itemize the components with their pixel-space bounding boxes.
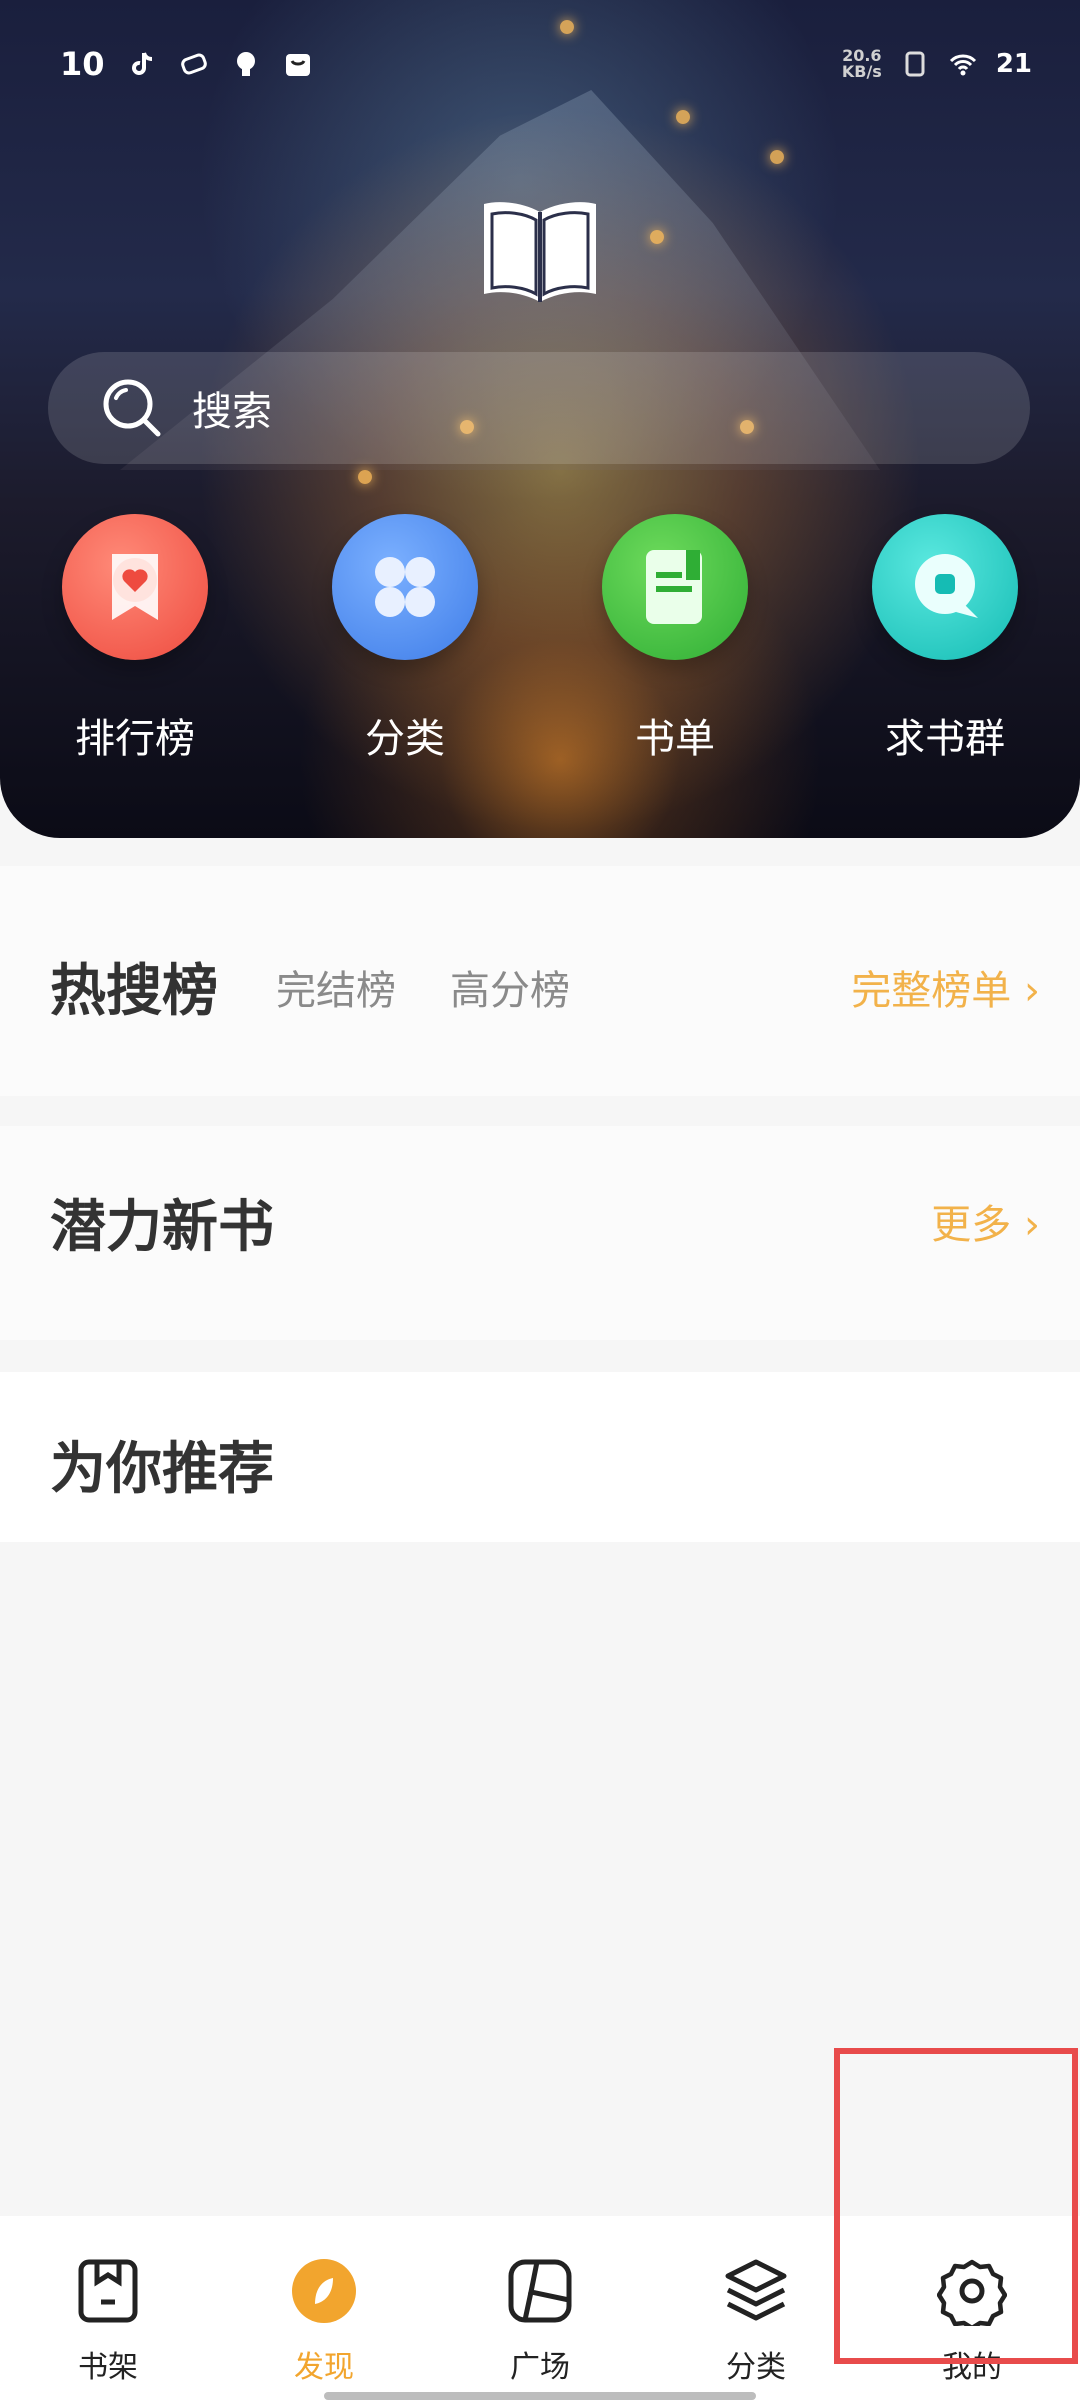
booklist-icon	[602, 514, 748, 660]
recommend-title: 为你推荐	[50, 1437, 274, 1502]
full-ranking-link[interactable]: 完整榜单 ›	[851, 958, 1040, 1016]
net-speed: 20.6 KB/s	[841, 46, 882, 81]
bulb-icon	[236, 52, 255, 76]
status-bar: 10 20.6 KB/s 21	[60, 40, 1032, 88]
quick-links: 排行榜 分类 书单 求书群	[0, 514, 1080, 774]
nav-bookshelf[interactable]: 书架	[48, 2256, 168, 2386]
sim-icon	[905, 51, 925, 77]
home-indicator[interactable]	[324, 2392, 756, 2400]
quick-link-label: 排行榜	[75, 716, 195, 762]
tab-high-score[interactable]: 高分榜	[450, 958, 570, 1016]
quick-link-ranking[interactable]: 排行榜	[35, 514, 235, 764]
discover-compass-icon	[292, 2259, 356, 2323]
nav-discover[interactable]: 发现	[264, 2256, 384, 2386]
quick-link-booklist[interactable]: 书单	[575, 514, 775, 764]
open-book-logo-icon	[484, 202, 596, 302]
hot-search-section: 热搜榜 完结榜 高分榜 完整榜单 ›	[0, 866, 1080, 1096]
bag-icon	[285, 54, 310, 76]
nav-square[interactable]: 广场	[480, 2256, 600, 2386]
quick-link-chat-group[interactable]: 求书群	[845, 514, 1045, 764]
highlight-box	[834, 2048, 1078, 2364]
more-link[interactable]: 更多 ›	[931, 1192, 1040, 1250]
layers-category-icon	[725, 2259, 787, 2321]
bookshelf-icon	[78, 2259, 138, 2323]
wifi-icon	[949, 54, 976, 76]
chat-group-icon	[872, 514, 1018, 660]
quick-link-label: 分类	[365, 716, 445, 762]
nav-category[interactable]: 分类	[696, 2256, 816, 2386]
quick-link-category[interactable]: 分类	[305, 514, 505, 764]
new-books-title: 潜力新书	[50, 1195, 274, 1260]
recommend-section: 为你推荐	[0, 1372, 1080, 1542]
category-grid-icon	[332, 514, 478, 660]
new-books-section: 潜力新书 更多 ›	[0, 1126, 1080, 1340]
battery-level: 21	[995, 49, 1032, 79]
quick-link-label: 求书群	[885, 716, 1005, 762]
app-notification-icon	[180, 53, 207, 75]
chevron-right-icon: ›	[1011, 968, 1040, 1014]
search-placeholder: 搜索	[192, 389, 272, 435]
hot-search-title[interactable]: 热搜榜	[50, 946, 218, 1027]
status-time: 10	[60, 45, 105, 83]
tab-completed[interactable]: 完结榜	[276, 958, 396, 1016]
chevron-right-icon: ›	[1011, 1202, 1040, 1248]
search-icon	[103, 379, 161, 437]
square-plaza-icon	[508, 2259, 572, 2323]
search-bar[interactable]: 搜索	[48, 352, 1030, 464]
tiktok-icon	[131, 52, 152, 75]
quick-link-label: 书单	[635, 716, 715, 762]
ranking-ribbon-icon	[62, 514, 208, 660]
